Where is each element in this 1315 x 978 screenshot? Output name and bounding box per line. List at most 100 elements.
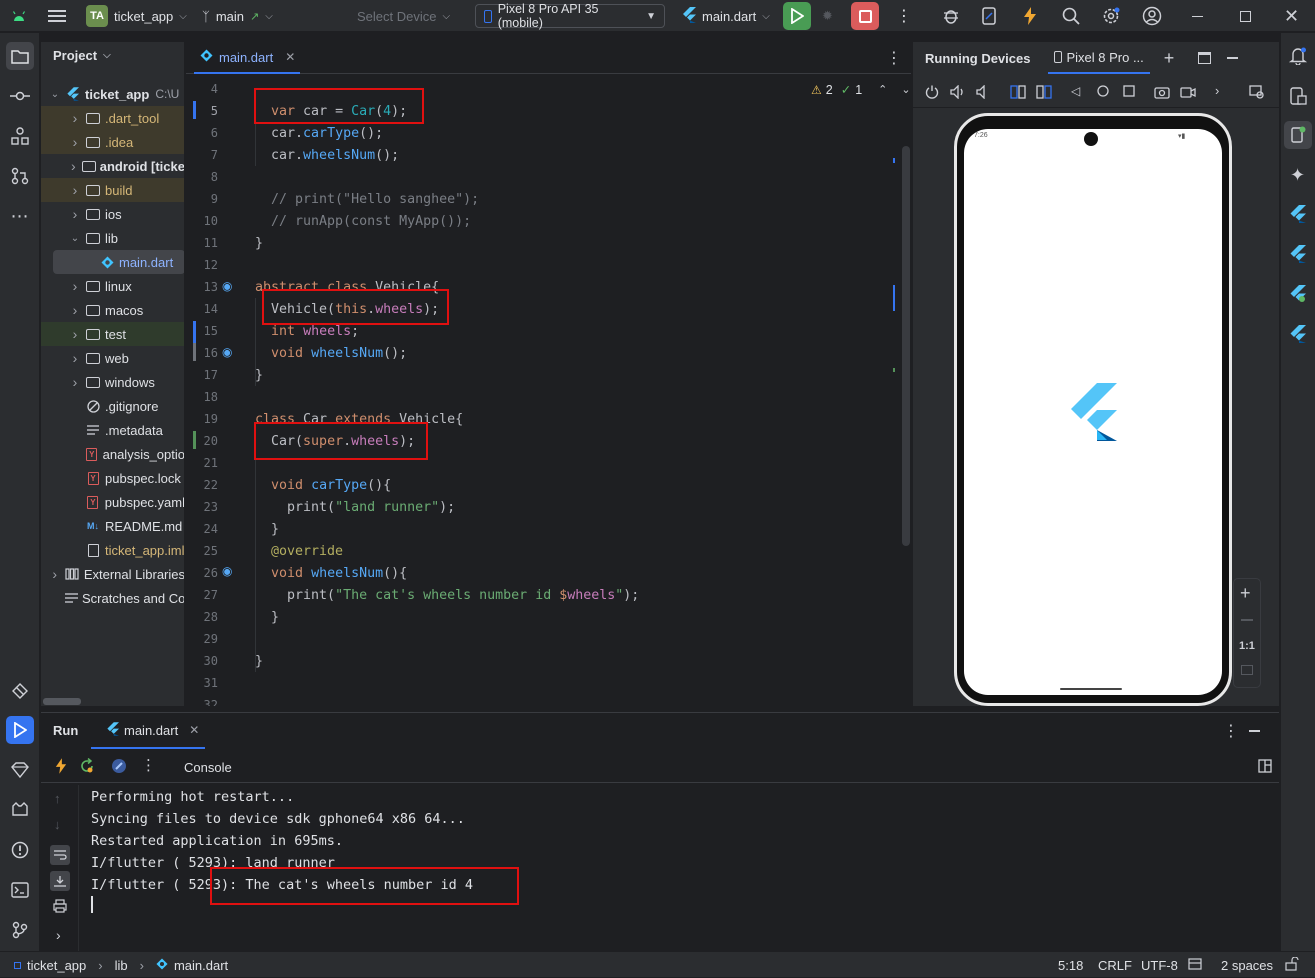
file-encoding[interactable]: UTF-8 [1141,958,1178,973]
run-tool-icon[interactable] [6,716,34,744]
branch-switcher[interactable]: ᛉ main ↗ ⌵ [202,0,273,32]
more-actions-icon[interactable]: ⋮ [896,0,912,32]
tree-file-pubspec-lock[interactable]: Ypubspec.lock [41,466,184,490]
code-area[interactable]: 45 var car = Car(4); 6 car.carType(); 7 ca… [186,78,911,706]
chevron-right-icon[interactable]: › [69,158,78,174]
hide-panel-icon[interactable] [1227,57,1239,59]
flutter-inspector-side-icon[interactable] [1290,285,1306,306]
breadcrumb-item[interactable]: ticket_app [27,958,86,973]
tree-folder-android[interactable]: › android [ticke [41,154,184,178]
tree-folder-windows[interactable]: › windows [41,370,184,394]
lock-icon[interactable] [1285,956,1299,974]
volume-down-icon[interactable] [976,84,990,102]
zoom-actual-size[interactable]: 1:1 [1239,640,1255,652]
lightning-icon[interactable] [1023,0,1037,32]
tree-file-main-dart[interactable]: main.dart [53,250,184,274]
close-tab-icon[interactable]: ✕ [189,723,199,737]
flutter-deep-links-icon[interactable] [1290,325,1306,346]
overrides-gutter-icon[interactable]: ◉ [222,564,232,578]
code-line[interactable]: 30} [186,650,911,672]
code-line[interactable]: 23 print("land runner"); [186,496,911,518]
power-icon[interactable] [925,85,939,102]
chevron-right-icon[interactable]: › [69,110,81,126]
project-tool-folder-icon[interactable] [6,42,34,70]
project-switcher[interactable]: TA ticket_app ⌵ [86,0,187,32]
version-control-icon[interactable] [6,916,34,944]
code-line[interactable]: 31 [186,672,911,694]
implemented-gutter-icon[interactable]: ◉ [222,345,232,359]
chevron-right-icon[interactable]: › [69,278,81,294]
code-line[interactable]: 9 // print("Hello sanghee"); [186,188,911,210]
editor-scrollbar[interactable] [902,146,910,546]
caret-position[interactable]: 5:18 [1058,958,1083,973]
code-line[interactable]: 28 } [186,606,911,628]
tree-folder-idea[interactable]: › .idea [41,130,184,154]
horizontal-scrollbar[interactable] [43,698,81,705]
debug-button[interactable]: ✹ [822,0,833,32]
tree-folder-dart-tool[interactable]: › .dart_tool [41,106,184,130]
editor-more-icon[interactable]: ⋮ [886,48,902,68]
chevron-down-icon[interactable]: ⌄ [49,89,61,100]
device-tab[interactable]: Pixel 8 Pro ... [1048,42,1150,74]
code-line[interactable]: 16 void wheelsNum(); [186,342,911,364]
indent-setting[interactable]: 2 spaces [1221,958,1273,973]
chevron-right-icon[interactable]: › [69,182,81,198]
devtools-icon[interactable] [111,758,127,777]
tree-folder-lib[interactable]: ⌄ lib [41,226,184,250]
phone-screen[interactable]: 7:26 ▾▮ [964,129,1222,695]
tree-scratches[interactable]: Scratches and Co [41,586,184,610]
screen-record-icon[interactable] [1180,85,1196,102]
zoom-in-icon[interactable]: + [1240,583,1251,604]
account-icon[interactable] [1142,0,1162,32]
commit-icon[interactable] [6,82,34,110]
tree-file-iml[interactable]: ticket_app.iml [41,538,184,562]
minimize-window-icon[interactable] [1192,0,1203,32]
tree-folder-test[interactable]: › test [41,322,184,346]
chevron-right-icon[interactable]: › [69,350,81,366]
run-more-icon[interactable]: ⋮ [1223,721,1239,741]
read-only-toggle-icon[interactable] [1188,958,1202,973]
close-window-icon[interactable]: ✕ [1284,0,1299,32]
chevron-down-icon[interactable]: ⌄ [69,233,81,244]
code-line[interactable]: 6 car.carType(); [186,122,911,144]
chevron-right-icon[interactable]: › [69,374,81,390]
code-line[interactable]: 25 @override [186,540,911,562]
chevron-right-icon[interactable]: › [69,326,81,342]
editor-tab-main-dart[interactable]: main.dart ✕ [194,42,300,74]
home-icon[interactable] [1097,85,1109,100]
code-line[interactable]: 24 } [186,518,911,540]
run-config-dropdown[interactable]: main.dart ⌵ [682,0,770,32]
tree-root-ticket-app[interactable]: ⌄ ticket_app C:\U [41,82,184,106]
code-line[interactable]: 10 // runApp(const MyApp()); [186,210,911,232]
zoom-out-icon[interactable] [1241,619,1253,621]
device-manager-icon[interactable] [982,0,996,32]
tree-file-readme[interactable]: M↓ README.md [41,514,184,538]
split-view-icon[interactable] [1258,759,1272,776]
device-dropdown[interactable]: Pixel 8 Pro API 35 (mobile) ▼ [475,2,665,30]
code-line[interactable]: 12 [186,254,911,276]
breadcrumb-item[interactable]: lib [115,958,128,973]
tree-folder-ios[interactable]: › ios [41,202,184,226]
flutter-inspector-diamond-icon[interactable] [6,756,34,784]
terminal-icon[interactable] [6,876,34,904]
gemini-sparkle-icon[interactable]: ✦ [1290,165,1305,186]
implemented-gutter-icon[interactable]: ◉ [222,279,232,293]
line-ending[interactable]: CRLF [1098,958,1132,973]
main-menu-icon[interactable] [48,0,66,32]
flutter-outline-icon[interactable] [1290,205,1306,226]
tree-file-analysis-options[interactable]: Yanalysis_optio [41,442,184,466]
project-view-selector[interactable]: Project ⌵ [53,48,111,63]
chevron-right-icon[interactable]: › [69,134,81,150]
overview-icon[interactable] [1123,85,1135,100]
code-line[interactable]: 7 car.wheelsNum(); [186,144,911,166]
screenshot-camera-icon[interactable] [1154,85,1170,102]
code-line[interactable]: 11} [186,232,911,254]
code-line[interactable]: 27 print("The cat's wheels number id $wh… [186,584,911,606]
stop-button[interactable] [851,2,879,30]
code-line[interactable]: 8 [186,166,911,188]
zoom-fit-icon[interactable] [1241,665,1253,675]
device-manager-side-icon[interactable] [1289,87,1307,108]
back-icon[interactable]: ◁ [1071,84,1080,98]
tree-file-pubspec-yaml[interactable]: Ypubspec.yaml [41,490,184,514]
structure-icon[interactable] [6,122,34,150]
